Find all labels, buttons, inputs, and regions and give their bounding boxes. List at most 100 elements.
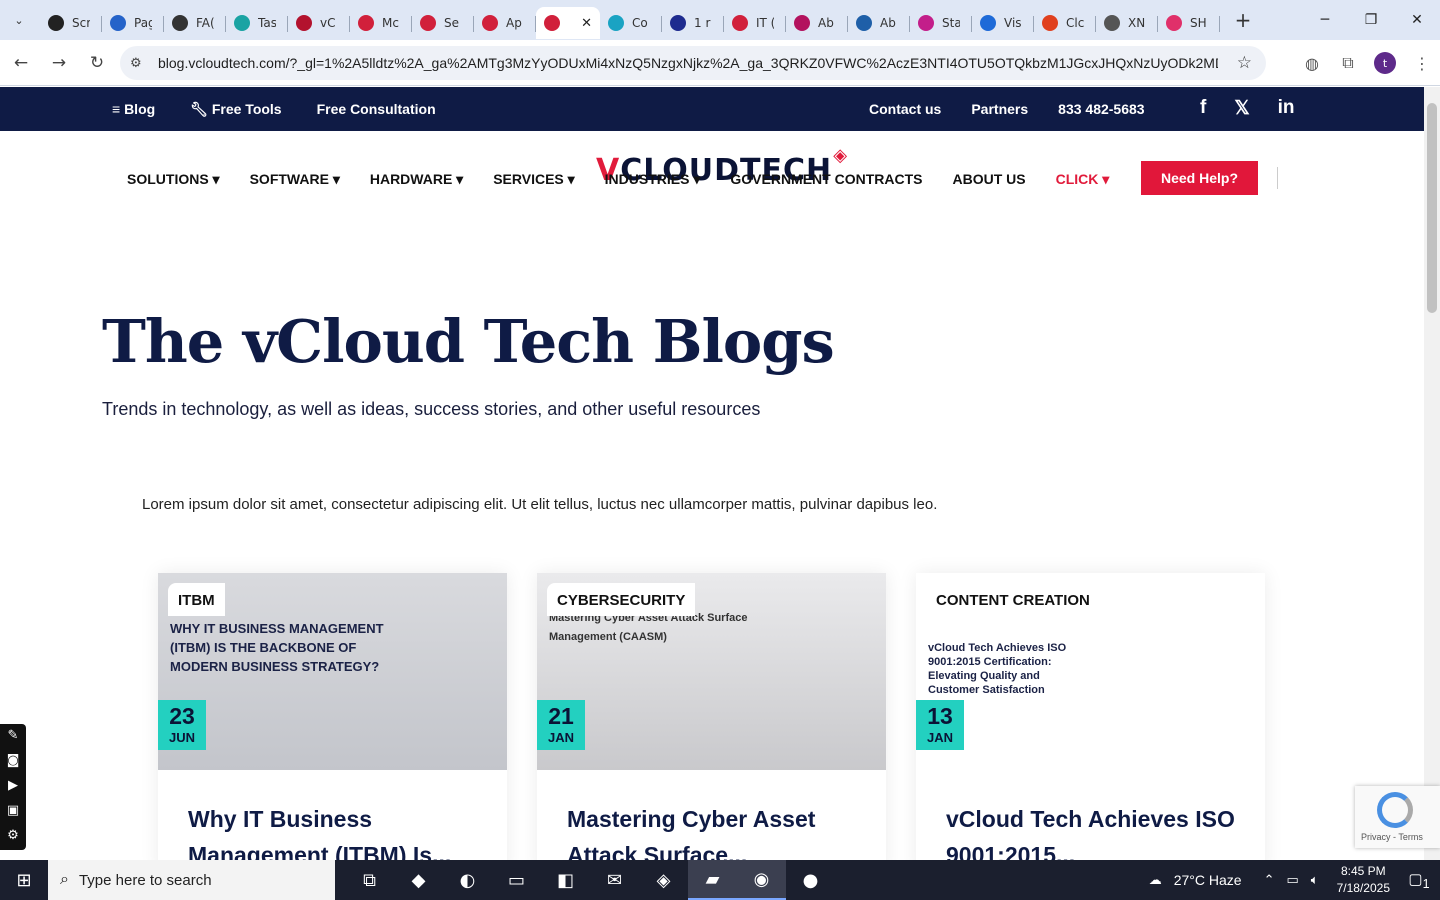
blog-card[interactable]: vCloud Tech Achieves ISO 9001:2015 Certi…: [916, 573, 1265, 860]
browser-tab[interactable]: ✕: [536, 7, 600, 39]
scrollbar-thumb[interactable]: [1427, 103, 1437, 313]
notification-icon[interactable]: ▢1: [1404, 870, 1434, 891]
blog-card[interactable]: Mastering Cyber Asset Attack Surface Man…: [537, 573, 886, 860]
restore-icon[interactable]: ❐: [1348, 0, 1394, 40]
card-title[interactable]: Why IT Business Management (ITBM) Is...: [188, 801, 488, 860]
pin-icon[interactable]: ✎: [8, 728, 19, 743]
menu-item[interactable]: GOVERNMENT CONTRACTS: [730, 171, 922, 188]
zoom-icon[interactable]: ●: [786, 860, 835, 900]
menu-item[interactable]: SOLUTIONS ▾: [127, 171, 220, 188]
edge-icon[interactable]: ◐: [443, 860, 492, 900]
blog-card[interactable]: WHY IT BUSINESS MANAGEMENT (ITBM) IS THE…: [158, 573, 507, 860]
linkedin-icon[interactable]: in: [1278, 97, 1295, 120]
taskbar-search[interactable]: ⌕ Type here to search: [48, 860, 335, 900]
card-title[interactable]: vCloud Tech Achieves ISO 9001:2015...: [946, 801, 1246, 860]
weather-temp[interactable]: 27°C: [1174, 872, 1205, 888]
browser-tab[interactable]: Ab: [848, 7, 910, 39]
app-diamond-icon[interactable]: ◈: [639, 860, 688, 900]
tab-search-chevron-icon[interactable]: ⌄: [6, 7, 32, 33]
free-consultation-link[interactable]: Free Consultation: [317, 101, 436, 118]
card-thumbnail[interactable]: WHY IT BUSINESS MANAGEMENT (ITBM) IS THE…: [158, 573, 507, 770]
profile-avatar[interactable]: t: [1374, 52, 1396, 74]
recaptcha-links[interactable]: Privacy - Terms: [1361, 832, 1423, 842]
contact-link[interactable]: Contact us: [869, 101, 941, 117]
card-thumbnail[interactable]: Mastering Cyber Asset Attack Surface Man…: [537, 573, 886, 770]
close-window-icon[interactable]: ✕: [1394, 0, 1440, 40]
video-icon[interactable]: ▶: [8, 778, 18, 793]
category-badge[interactable]: CYBERSECURITY: [547, 583, 696, 616]
mail-icon[interactable]: ✉: [590, 860, 639, 900]
windows-start-icon[interactable]: ⊞: [0, 860, 48, 900]
top-utility-bar: ≡ Blog 🔧︎ Free Tools Free Consultation C…: [0, 87, 1424, 131]
volume-icon[interactable]: 🔈︎: [1311, 872, 1319, 888]
browser-tab[interactable]: FA(: [164, 7, 226, 39]
menu-item[interactable]: SERVICES ▾: [493, 171, 574, 188]
settings-gear-icon[interactable]: ⚙: [7, 828, 19, 843]
file-explorer-icon[interactable]: ▭: [492, 860, 541, 900]
category-badge[interactable]: ITBM: [168, 583, 225, 616]
network-icon[interactable]: ▭: [1287, 872, 1299, 888]
chrome-icon[interactable]: ◉: [737, 860, 786, 900]
forward-icon[interactable]: →: [42, 46, 76, 80]
reload-icon[interactable]: ↻: [80, 46, 114, 80]
copilot-icon[interactable]: ◆: [394, 860, 443, 900]
browser-tab[interactable]: Ap: [474, 7, 536, 39]
browser-tab[interactable]: vC: [288, 7, 350, 39]
task-view-icon[interactable]: ⧉: [345, 860, 394, 900]
weather-icon[interactable]: ☁: [1149, 872, 1162, 888]
need-help-button[interactable]: Need Help?: [1141, 161, 1258, 195]
screen-recorder-widget: ✎ ◙ ▶ ▣ ⚙: [0, 724, 26, 850]
facebook-icon[interactable]: f: [1200, 97, 1206, 120]
back-icon[interactable]: ←: [4, 46, 38, 80]
browser-tab[interactable]: Clc: [1034, 7, 1096, 39]
menu-item[interactable]: CLICK ▾: [1056, 171, 1110, 188]
tab-title: FA(: [196, 16, 214, 30]
tab-close-icon[interactable]: ✕: [581, 16, 592, 31]
new-tab-button[interactable]: +: [1230, 8, 1256, 32]
menu-item[interactable]: SOFTWARE ▾: [250, 171, 340, 188]
chevron-up-icon[interactable]: ⌃: [1264, 872, 1275, 888]
menu-item[interactable]: INDUSTRIES ▾: [605, 171, 701, 188]
page-scrollbar[interactable]: [1424, 87, 1440, 860]
url-text[interactable]: blog.vcloudtech.com/?_gl=1%2A5lldtz%2A_g…: [158, 55, 1218, 71]
clock[interactable]: 8:45 PM 7/18/2025: [1337, 863, 1390, 897]
free-tools-link[interactable]: 🔧︎ Free Tools: [190, 101, 281, 118]
store-icon[interactable]: ◧: [541, 860, 590, 900]
card-title[interactable]: Mastering Cyber Asset Attack Surface...: [567, 801, 867, 860]
browser-tab[interactable]: XN: [1096, 7, 1158, 39]
menu-item[interactable]: ABOUT US: [953, 171, 1026, 188]
blog-link[interactable]: ≡ Blog: [112, 101, 155, 118]
phone-link[interactable]: 833 482-5683: [1058, 101, 1144, 117]
browser-tab[interactable]: 1 r: [662, 7, 724, 39]
partners-link[interactable]: Partners: [971, 101, 1028, 117]
browser-tab[interactable]: Scr: [40, 7, 102, 39]
weather-desc[interactable]: Haze: [1209, 872, 1242, 888]
menu-kebab-icon[interactable]: ⋮: [1404, 46, 1440, 80]
minimize-icon[interactable]: ─: [1302, 0, 1348, 40]
search-icon: ⌕: [60, 871, 69, 888]
translate-icon[interactable]: ◍: [1294, 46, 1330, 80]
x-twitter-icon[interactable]: 𝕏: [1234, 97, 1249, 120]
browser-tab[interactable]: Tas: [226, 7, 288, 39]
date-month: JAN: [547, 730, 574, 745]
sticky-notes-icon[interactable]: ▰: [688, 860, 737, 900]
browser-tab[interactable]: Sta: [910, 7, 972, 39]
site-info-icon[interactable]: ⚙: [130, 56, 148, 71]
address-bar[interactable]: ⚙ blog.vcloudtech.com/?_gl=1%2A5lldtz%2A…: [120, 46, 1266, 80]
camera-icon[interactable]: ◙: [7, 753, 20, 768]
browser-tab[interactable]: Pag: [102, 7, 164, 39]
browser-tab[interactable]: Mc: [350, 7, 412, 39]
category-badge[interactable]: CONTENT CREATION: [926, 583, 1100, 616]
browser-tab[interactable]: SH: [1158, 7, 1220, 39]
bookmark-star-icon[interactable]: ☆: [1237, 53, 1252, 73]
browser-tab[interactable]: Se: [412, 7, 474, 39]
browser-tab[interactable]: IT (: [724, 7, 786, 39]
browser-tab[interactable]: Vis: [972, 7, 1034, 39]
window-icon[interactable]: ▣: [7, 803, 19, 818]
menu-item[interactable]: HARDWARE ▾: [370, 171, 463, 188]
card-thumbnail[interactable]: vCloud Tech Achieves ISO 9001:2015 Certi…: [916, 573, 1265, 770]
recaptcha-badge[interactable]: Privacy - Terms: [1355, 786, 1440, 848]
extensions-icon[interactable]: ⧉: [1330, 46, 1366, 80]
browser-tab[interactable]: Co: [600, 7, 662, 39]
browser-tab[interactable]: Ab: [786, 7, 848, 39]
